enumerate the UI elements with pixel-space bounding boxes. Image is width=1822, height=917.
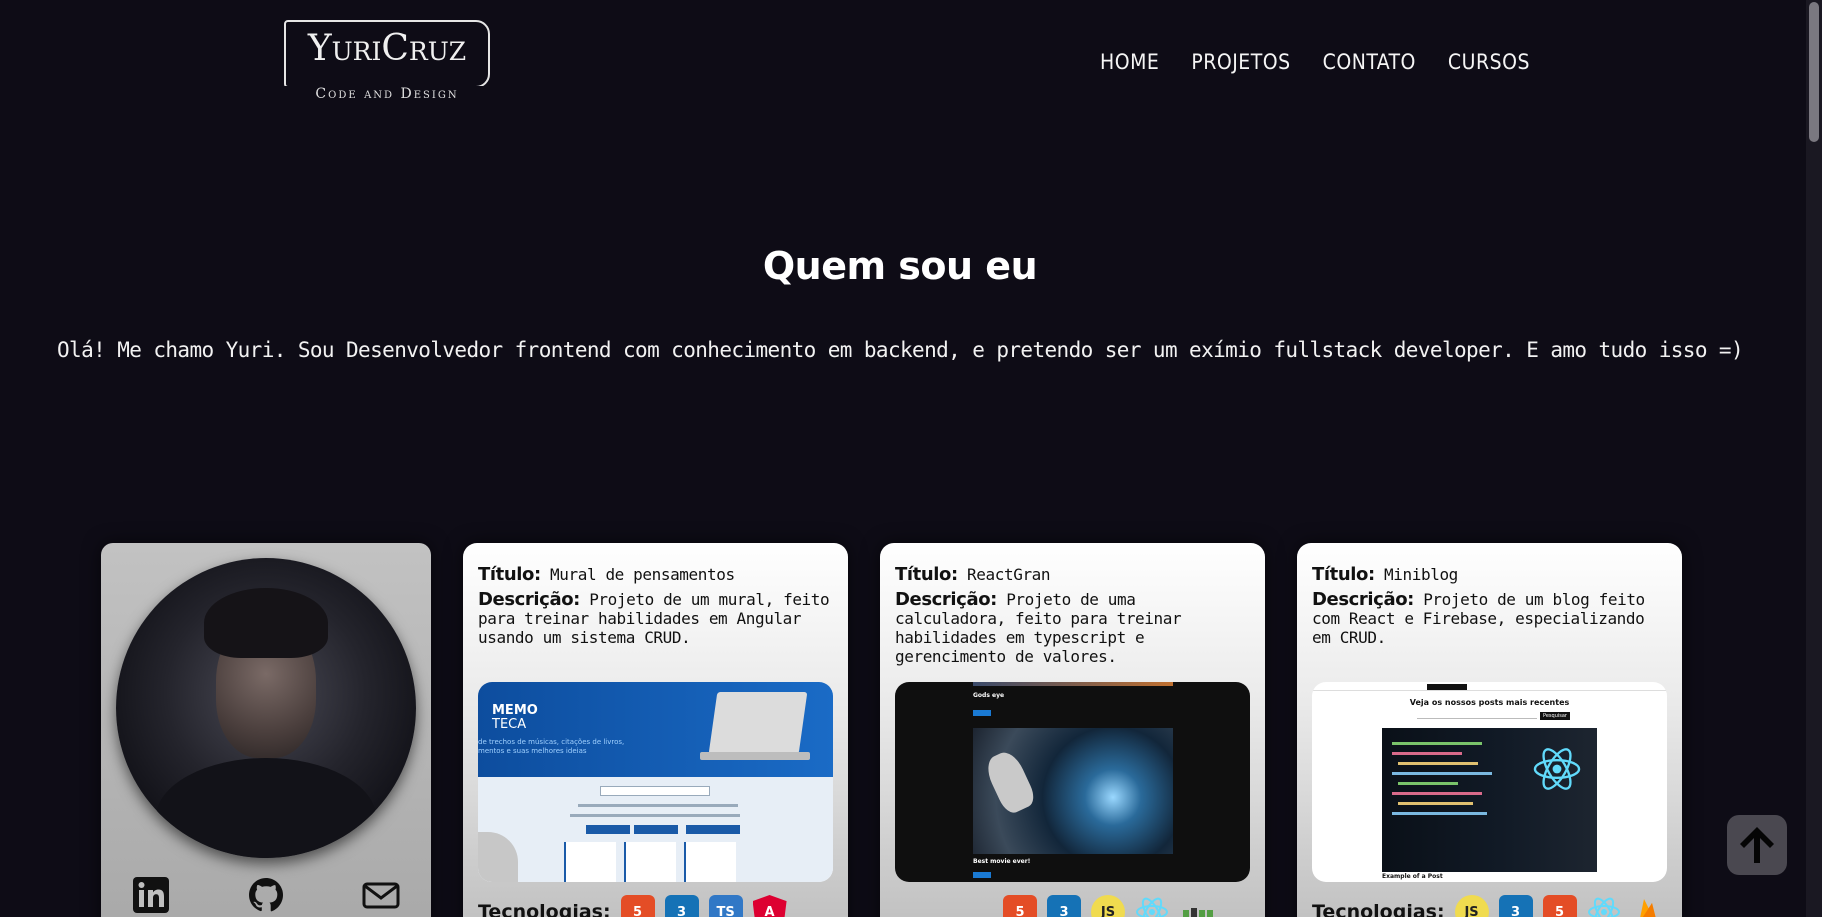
project-screenshot[interactable]: Gods eye Best movie ever! xyxy=(895,682,1250,882)
project-title-row: Título: ReactGran xyxy=(895,565,1250,584)
screenshot-tagline: de trechos de músicas, citações de livro… xyxy=(478,738,625,755)
tech-list: 5 3 JS xyxy=(1003,895,1219,917)
logo-subtitle: Code and Design xyxy=(284,86,490,102)
social-links xyxy=(131,875,401,915)
description-label: Descrição: xyxy=(478,589,580,610)
arrow-up-icon xyxy=(1740,827,1774,863)
title-label: Título: xyxy=(895,564,958,585)
page-scrollbar[interactable] xyxy=(1806,0,1822,917)
description-label: Descrição: xyxy=(895,589,997,610)
tech-list: Tecnologias: JS 3 5 xyxy=(1312,895,1665,917)
profile-card xyxy=(101,543,431,917)
project-title: ReactGran xyxy=(967,565,1051,584)
laptop-base xyxy=(700,752,810,760)
screenshot-search-button: Pesquisar xyxy=(1540,712,1570,720)
screenshot-quote-card xyxy=(564,842,616,882)
github-icon[interactable] xyxy=(246,875,286,915)
tech-list: Tecnologias: 5 3 TS A xyxy=(478,895,787,917)
css3-icon: 3 xyxy=(1047,895,1081,917)
nav-projetos[interactable]: PROJETOS xyxy=(1191,50,1290,74)
html5-icon: 5 xyxy=(1003,895,1037,917)
tech-label: Tecnologias: xyxy=(478,901,611,917)
scroll-to-top-button[interactable] xyxy=(1727,815,1787,875)
project-title-row: Título: Mural de pensamentos xyxy=(478,565,833,584)
logo-title: YuriCruz xyxy=(307,28,467,69)
avatar-hair xyxy=(204,588,328,658)
firebase-icon xyxy=(1631,895,1665,917)
screenshot-quote-card xyxy=(624,842,676,882)
mail-icon[interactable] xyxy=(361,875,401,915)
project-screenshot[interactable]: Veja os nossos posts mais recentes Pesqu… xyxy=(1312,682,1667,882)
typescript-icon: TS xyxy=(708,895,743,917)
project-screenshot[interactable]: MEMO TECA de trechos de músicas, citaçõe… xyxy=(478,682,833,882)
screenshot-search-field xyxy=(1417,712,1537,719)
project-description-row: Descrição: Projeto de uma calculadora, f… xyxy=(895,590,1250,666)
description-label: Descrição: xyxy=(1312,589,1414,610)
linkedin-icon[interactable] xyxy=(131,875,171,915)
project-description-row: Descrição: Projeto de um blog feito com … xyxy=(1312,590,1667,647)
nav-contato[interactable]: CONTATO xyxy=(1323,50,1416,74)
about-title: Quem sou eu xyxy=(762,244,1038,288)
react-icon xyxy=(1587,895,1621,917)
screenshot-quote-card xyxy=(684,842,736,882)
laptop-illustration xyxy=(708,692,808,754)
project-card-miniblog[interactable]: Título: Miniblog Descrição: Projeto de u… xyxy=(1297,543,1682,917)
project-title-row: Título: Miniblog xyxy=(1312,565,1667,584)
html5-icon: 5 xyxy=(620,895,655,917)
scrollbar-thumb[interactable] xyxy=(1809,2,1819,142)
screenshot-navbar xyxy=(1312,685,1667,691)
nav-home[interactable]: HOME xyxy=(1100,50,1159,74)
avatar-body xyxy=(156,758,376,858)
angular-icon: A xyxy=(752,895,787,917)
project-title: Miniblog xyxy=(1384,565,1458,584)
screenshot-search xyxy=(600,786,710,796)
css3-icon: 3 xyxy=(1498,895,1533,917)
nodejs-icon xyxy=(1179,895,1219,917)
javascript-icon: JS xyxy=(1454,895,1489,917)
project-title: Mural de pensamentos xyxy=(550,565,735,584)
avatar xyxy=(116,558,416,858)
project-description-row: Descrição: Projeto de um mural, feito pa… xyxy=(478,590,833,647)
project-card-mural[interactable]: Título: Mural de pensamentos Descrição: … xyxy=(463,543,848,917)
html5-icon: 5 xyxy=(1542,895,1577,917)
main-nav: HOME PROJETOS CONTATO CURSOS xyxy=(1100,50,1530,74)
tech-label: Tecnologias: xyxy=(1312,901,1445,917)
screenshot-post-title: Best movie ever! xyxy=(973,858,1031,865)
project-card-reactgran[interactable]: Título: ReactGran Descrição: Projeto de … xyxy=(880,543,1265,917)
screenshot-caption: Example of a Post xyxy=(1382,873,1443,880)
screenshot-brand: MEMO TECA xyxy=(492,703,538,732)
react-icon xyxy=(1135,895,1169,917)
title-label: Título: xyxy=(478,564,541,585)
screenshot-heading: Veja os nossos posts mais recentes xyxy=(1409,698,1570,707)
screenshot-post-title: Gods eye xyxy=(973,692,1005,699)
about-text: Olá! Me chamo Yuri. Sou Desenvolvedor fr… xyxy=(56,338,1744,362)
title-label: Título: xyxy=(1312,564,1375,585)
javascript-icon: JS xyxy=(1091,895,1125,917)
css3-icon: 3 xyxy=(664,895,699,917)
nav-cursos[interactable]: CURSOS xyxy=(1448,50,1530,74)
site-logo[interactable]: YuriCruz Code and Design xyxy=(284,20,490,104)
react-logo-illustration xyxy=(1533,748,1581,790)
